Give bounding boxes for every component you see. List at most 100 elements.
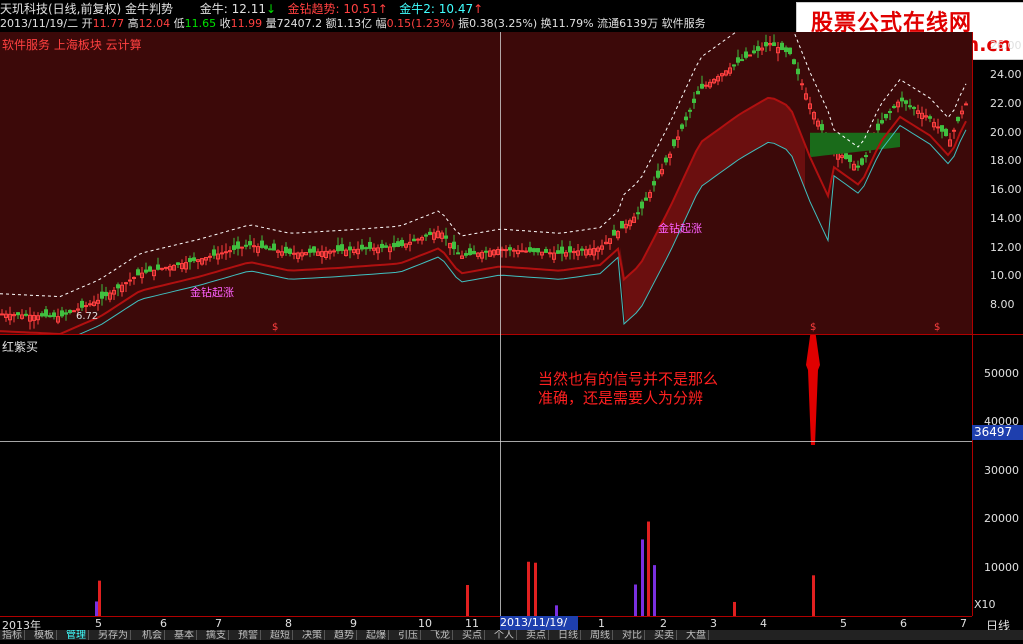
tab-14[interactable]: 买点 [460,630,485,640]
candle-body [696,90,700,95]
candle-body [144,269,148,273]
candle-body [700,83,704,89]
candle-body [156,264,160,270]
signal-dollar-icon: $ [934,322,940,333]
amount-value: 额1.13亿 [325,17,373,30]
tab-2[interactable]: 管理 [64,630,89,640]
candle-body [876,123,880,131]
candle-body [568,246,572,253]
candle-body [644,197,648,201]
candle-body [16,312,20,316]
tab-5[interactable]: 基本 [172,630,197,640]
tab-20[interactable]: 买卖 [652,630,677,640]
candle-body [656,170,660,178]
month-tick: 3 [710,617,717,630]
candle-body [512,249,516,252]
candle-body [368,241,372,249]
candle-body [188,258,192,263]
candle-body [400,239,404,246]
tab-10[interactable]: 趋势 [332,630,357,640]
tab-19[interactable]: 对比 [620,630,645,640]
candle-body [252,245,256,248]
candle-body [744,51,748,58]
tab-17[interactable]: 日线 [556,630,581,640]
annotation-line2: 准确，还是需要人为分辨 [538,389,704,407]
volume-chart-svg[interactable] [0,335,972,616]
annotation-line1: 当然也有的信号并不是那么 [538,370,719,388]
candle-body [360,244,364,250]
candle-body [192,257,196,262]
candle-body [268,248,272,251]
candle-body [652,181,656,186]
tab-7[interactable]: 预警 [236,630,261,640]
candle-body [132,276,136,279]
volume-tick: 30000 [984,463,1019,477]
crosshair-horizontal [0,441,972,442]
tab-11[interactable]: 起爆 [364,630,389,640]
signal-dollar-icon: $ [810,322,816,333]
candle-body [900,97,904,102]
volume-bar [647,521,650,616]
price-chart-panel[interactable]: $ $ $ [0,32,972,334]
month-tick: 11 [465,617,479,630]
month-tick: 2 [660,617,667,630]
tab-21[interactable]: 大盘 [684,630,709,640]
candle-body [148,266,152,272]
low-label: 低 [173,17,185,30]
candle-body [780,42,784,51]
candle-body [392,242,396,248]
candle-body [580,248,584,251]
tab-16[interactable]: 卖点 [524,630,549,640]
crosshair-vertical [500,32,501,616]
signal-label-a: 金钻起涨 [190,286,234,299]
selected-date-tag: 2013/11/19/二 [500,616,578,643]
tab-8[interactable]: 超短 [268,630,293,640]
tab-6[interactable]: 擒支 [204,630,229,640]
close-label: 收 [219,17,231,30]
open-value: 11.77 [92,17,125,30]
candle-body [936,126,940,129]
volume-bar [98,580,101,616]
candle-body [348,246,352,251]
tab-0[interactable]: 指标 [0,630,25,640]
zoom-level[interactable]: X10 [974,598,996,611]
tab-9[interactable]: 决策 [300,630,325,640]
volume-bar [634,584,637,616]
candle-body [124,282,128,285]
candle-body [820,124,824,131]
candle-body [380,243,384,249]
bottom-tab-bar: 指标 模板 管理 另存为 机会 基本 擒支 预警 超短 决策 趋势 起爆 引压 飞龙 买点 个人 卖点 日线 周线对… [0,630,1023,640]
tab-15[interactable]: 个人 [492,630,517,640]
volume-bar [733,601,736,616]
candle-body [680,124,684,129]
candle-body [664,157,668,163]
candle-body [904,100,908,104]
tab-3[interactable]: 另存为 [96,630,131,640]
candle-body [528,247,532,252]
candle-body [504,249,508,252]
tab-1[interactable]: 模板 [32,630,57,640]
tab-13[interactable]: 飞龙 [428,630,453,640]
axis-divider [972,32,973,616]
price-chart-svg[interactable]: $ $ $ [0,32,972,334]
tab-12[interactable]: 引压 [396,630,421,640]
change-label: 幅 [375,17,387,30]
month-tick: 8 [285,617,292,630]
tab-4[interactable]: 机会 [140,630,165,640]
candle-body [80,300,84,308]
candle-body [312,246,316,253]
month-tick: 7 [960,617,967,630]
candle-body [272,243,276,251]
candle-body [164,266,168,269]
price-tick: 12.00 [990,240,1022,254]
candle-body [396,241,400,247]
candle-body [536,248,540,253]
candle-body [428,231,432,235]
candle-body [956,116,960,122]
ind3-value: 10.47 [438,2,474,16]
sector-value: 软件服务 [661,17,706,30]
tab-18[interactable]: 周线 [588,630,613,640]
volume-bar [466,584,469,616]
candle-body [640,201,644,209]
signal-dollar-icon: $ [272,322,278,333]
